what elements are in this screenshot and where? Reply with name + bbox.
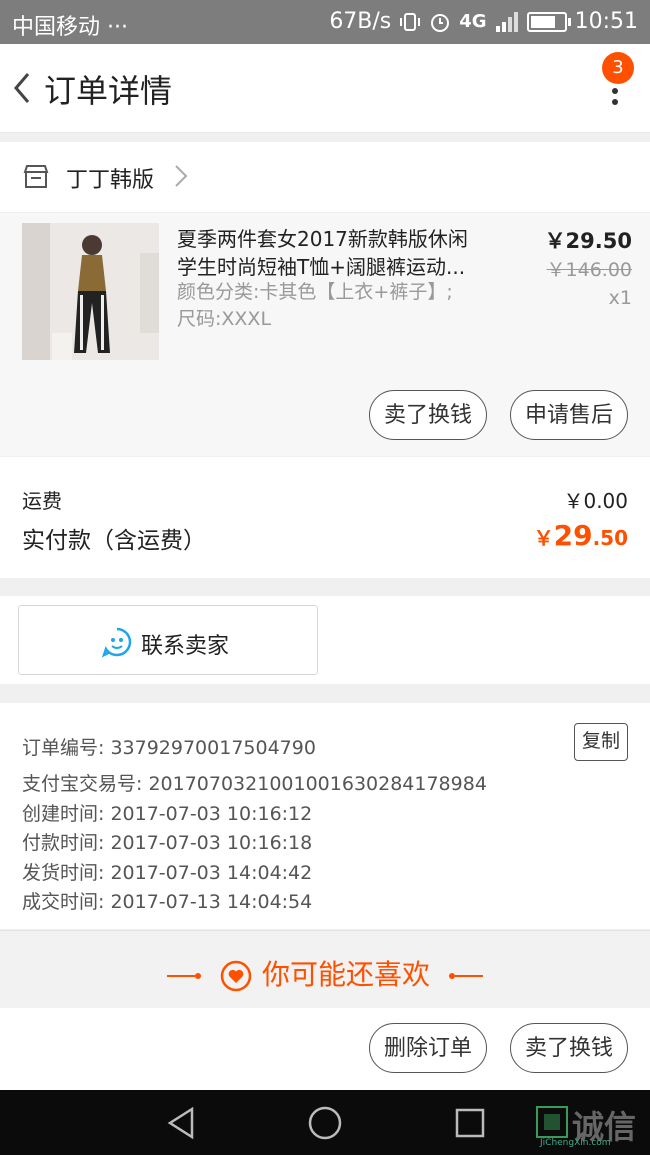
product-title[interactable]: 夏季两件套女2017新款韩版休闲 学生时尚短袖T恤+阔腿裤运动... [177, 225, 495, 281]
product-thumbnail[interactable] [22, 223, 159, 360]
vibrate-icon [400, 12, 421, 31]
original-price: ￥146.00 [546, 259, 632, 281]
contact-seller-label: 联系卖家 [141, 634, 230, 659]
network-speed: 67B/s [329, 9, 392, 34]
signal-icon [495, 11, 518, 32]
copy-button[interactable]: 复制 [574, 723, 628, 761]
back-arrow-icon[interactable] [10, 66, 34, 110]
nav-recents-icon[interactable] [454, 1107, 486, 1139]
page-title: 订单详情 [44, 72, 173, 110]
heart-icon [220, 960, 252, 992]
product-photo-icon [22, 223, 159, 360]
paid-currency: ￥ [533, 526, 554, 550]
paid-dec: .50 [592, 526, 628, 550]
sell-for-cash-button[interactable]: 卖了换钱 [369, 390, 487, 440]
shipping-label: 运费 [22, 489, 62, 513]
bottom-action-bar: 删除订单 卖了换钱 [0, 1008, 650, 1090]
paid-label: 实付款（含运费） [22, 528, 206, 554]
product-spec: 颜色分类:卡其色【上衣+裤子】; 尺码:XXXL [177, 279, 495, 333]
chevron-right-icon [175, 165, 188, 187]
recommend-header: 你可能还喜欢 [0, 930, 650, 1009]
paid-time: 付款时间: 2017-07-03 10:16:18 [22, 832, 313, 854]
status-bar: 中国移动 ··· 67B/s 4G 10:51 [0, 0, 650, 44]
created-time: 创建时间: 2017-07-03 10:16:12 [22, 803, 313, 825]
divider-dot [195, 973, 202, 979]
product-quantity: x1 [608, 287, 632, 309]
alarm-icon [431, 13, 450, 32]
paid-int: 29 [553, 519, 593, 552]
watermark-logo-icon [536, 1106, 568, 1138]
recommend-label: 你可能还喜欢 [261, 958, 430, 991]
product-card[interactable]: 夏季两件套女2017新款韩版休闲 学生时尚短袖T恤+阔腿裤运动... 颜色分类:… [0, 213, 650, 456]
completed-time: 成交时间: 2017-07-13 14:04:54 [22, 891, 313, 913]
watermark-subtext: JiChengXin.com [540, 1138, 611, 1148]
chat-face-icon [101, 627, 132, 658]
product-spec-size: 尺码:XXXL [177, 308, 272, 330]
order-number: 订单编号: 33792970017504790 [22, 737, 316, 759]
shipped-time: 发货时间: 2017-07-03 14:04:42 [22, 862, 313, 884]
nav-bar: 订单详情 3 [0, 44, 650, 133]
contact-seller-button[interactable]: 联系卖家 [18, 605, 318, 675]
watermark: 诚信 JiChengXin.com [532, 1102, 642, 1148]
order-info: 订单编号: 33792970017504790 复制 支付宝交易号: 20170… [0, 703, 650, 929]
carrier-label: 中国移动 ··· [12, 15, 128, 40]
shop-name[interactable]: 丁丁韩版 [66, 162, 154, 194]
product-price: ￥29.50 [544, 229, 632, 253]
paid-amount: ￥29.50 [534, 519, 628, 552]
notification-badge: 3 [602, 52, 634, 84]
after-sale-button[interactable]: 申请售后 [510, 390, 628, 440]
battery-icon [526, 11, 571, 32]
shipping-value: ￥0.00 [563, 489, 628, 513]
sell-for-cash-button-footer[interactable]: 卖了换钱 [510, 1023, 628, 1073]
shop-icon [23, 165, 49, 188]
divider-line [167, 975, 196, 977]
network-type: 4G [459, 11, 487, 32]
contact-section: 联系卖家 [0, 596, 650, 684]
system-nav-bar: 诚信 JiChengXin.com [0, 1090, 650, 1155]
divider-line [454, 975, 483, 977]
product-spec-color: 颜色分类:卡其色【上衣+裤子】; [177, 281, 453, 303]
alipay-trade-number: 支付宝交易号: 2017070321001001630284178984 [22, 773, 487, 795]
shop-row[interactable]: 丁丁韩版 [0, 142, 650, 213]
fee-summary: 运费 ￥0.00 实付款（含运费） ￥29.50 [0, 457, 650, 578]
delete-order-button[interactable]: 删除订单 [369, 1023, 487, 1073]
nav-back-icon[interactable] [166, 1107, 196, 1139]
product-title-line: 学生时尚短袖T恤+阔腿裤运动... [177, 255, 466, 279]
product-title-line: 夏季两件套女2017新款韩版休闲 [177, 227, 468, 251]
status-icons: 67B/s 4G 10:51 [329, 9, 638, 34]
clock: 10:51 [574, 9, 638, 34]
nav-home-icon[interactable] [307, 1105, 343, 1141]
